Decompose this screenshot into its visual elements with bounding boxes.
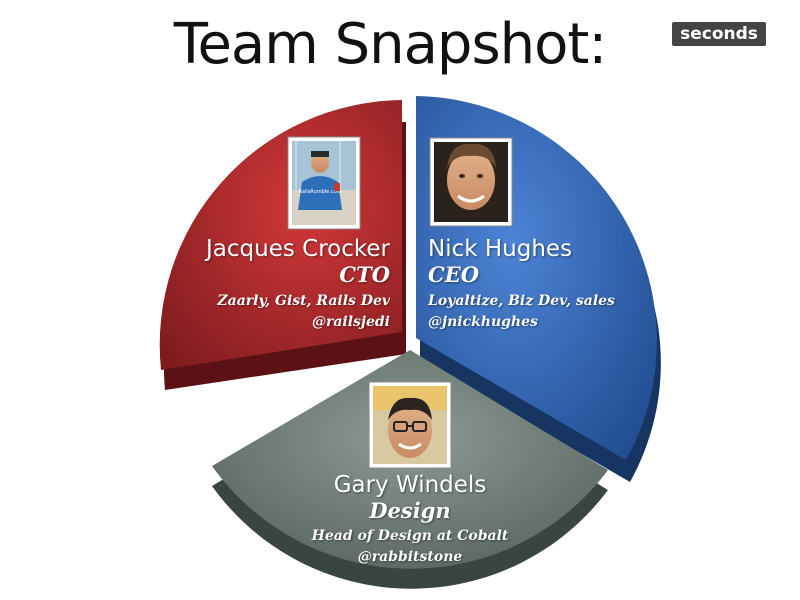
- member-handle: @rabbitstone: [357, 549, 463, 565]
- member-name: Nick Hughes: [428, 236, 573, 262]
- design-label: Gary Windels Design Head of Design at Co…: [280, 472, 540, 568]
- member-role: Design: [369, 498, 451, 523]
- ceo-label: Nick Hughes CEO Loyaltize, Biz Dev, sale…: [428, 236, 668, 333]
- member-handle: @railsjedi: [311, 314, 390, 330]
- gary-photo: [368, 381, 452, 469]
- member-name: Jacques Crocker: [206, 236, 390, 262]
- member-description: Loyaltize, Biz Dev, sales: [428, 293, 615, 309]
- cto-label: Jacques Crocker CTO Zaarly, Gist, Rails …: [150, 236, 390, 333]
- member-description: Head of Design at Cobalt: [311, 528, 509, 544]
- member-description: Zaarly, Gist, Rails Dev: [217, 293, 390, 309]
- member-handle: @jnickhughes: [428, 314, 538, 330]
- jacques-photo: RailsRumble.com: [287, 136, 361, 230]
- member-name: Gary Windels: [333, 472, 487, 498]
- slide: Team Snapshot: seconds RailsRumble.com J…: [0, 0, 800, 600]
- member-role: CTO: [339, 262, 390, 287]
- member-role: CEO: [428, 262, 480, 287]
- nick-photo: [429, 137, 513, 227]
